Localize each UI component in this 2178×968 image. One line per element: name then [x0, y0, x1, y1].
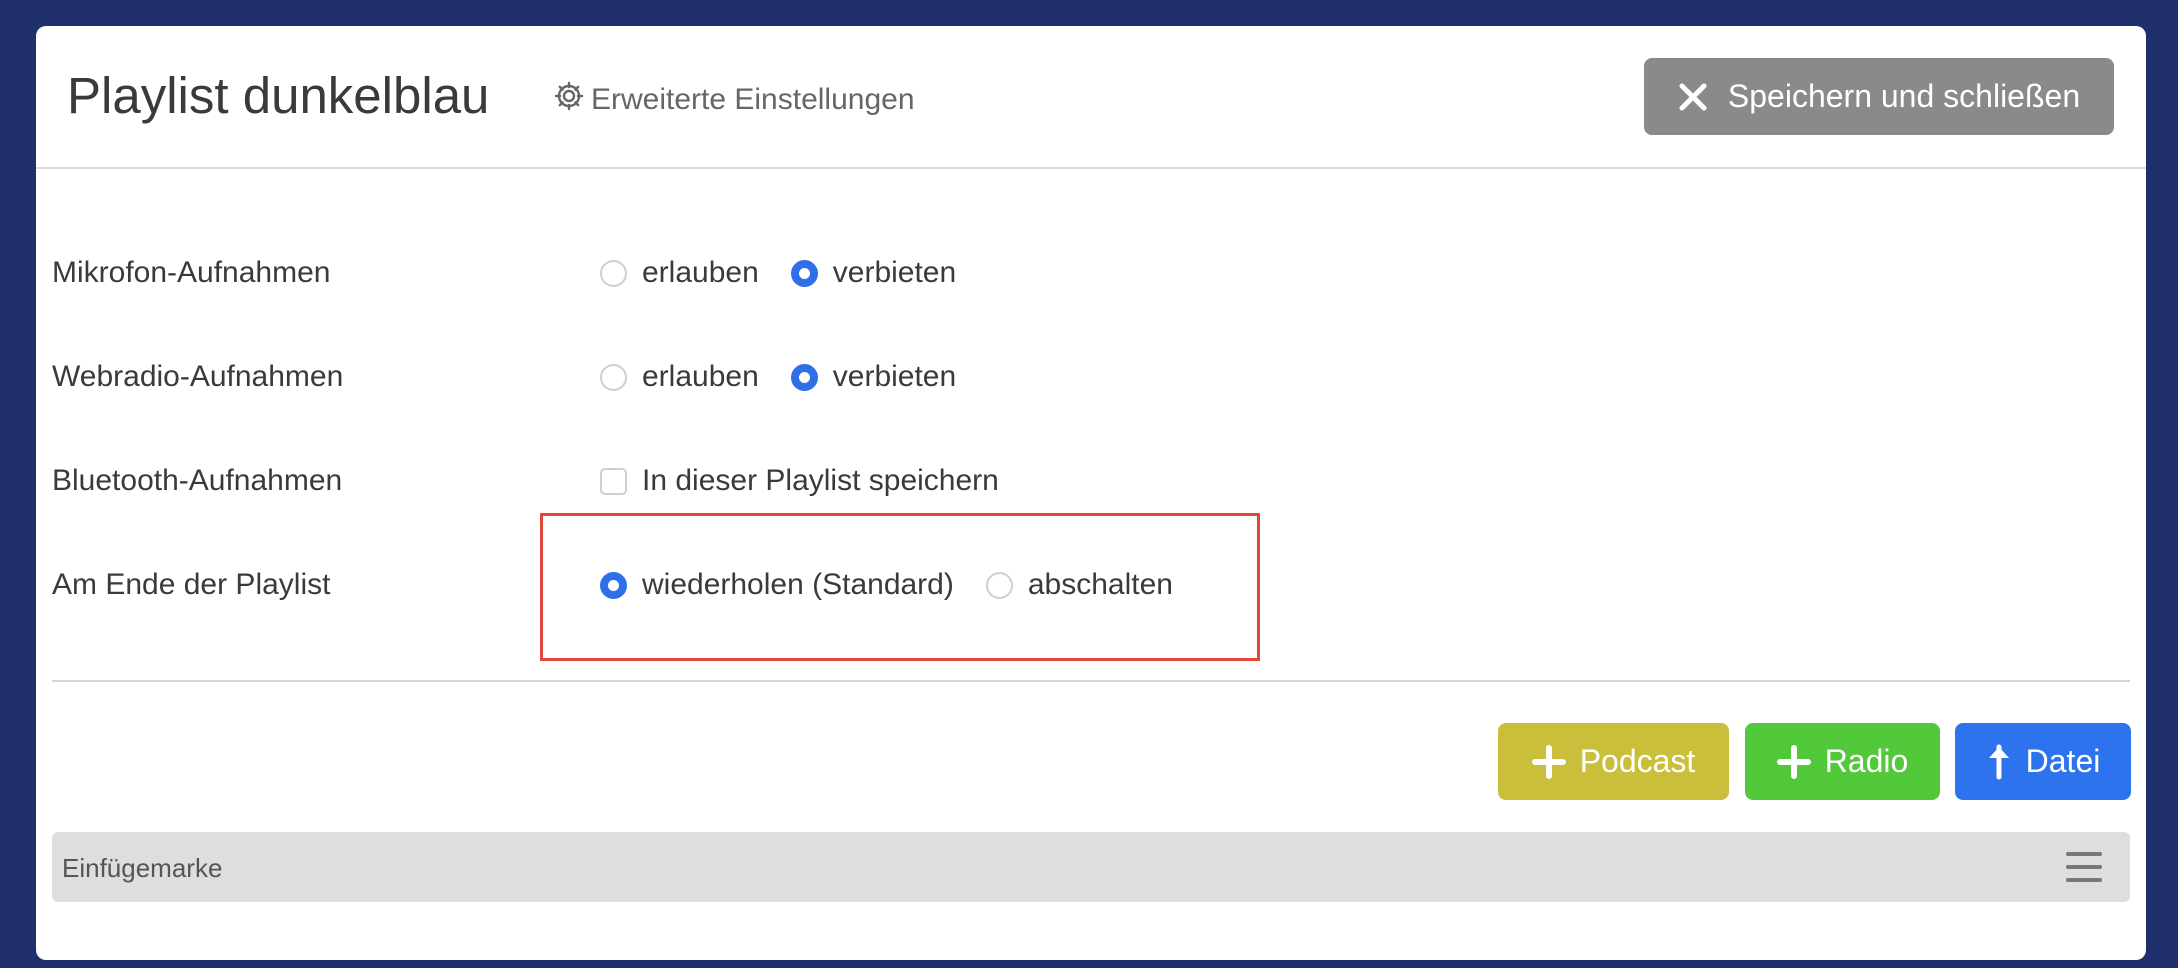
add-radio-button[interactable]: Radio	[1745, 723, 1940, 800]
radio-group-mic: erlauben verbieten	[600, 256, 988, 290]
checkbox[interactable]	[600, 467, 627, 495]
insert-marker-bar[interactable]: Einfügemarke	[52, 832, 2130, 902]
add-podcast-label: Podcast	[1579, 743, 1696, 779]
setting-label-mic: Mikrofon-Aufnahmen	[52, 256, 331, 289]
save-and-close-button[interactable]: Speichern und schließen	[1644, 58, 2114, 135]
setting-label-end: Am Ende der Playlist	[52, 568, 331, 601]
upload-file-button[interactable]: Datei	[1955, 723, 2131, 800]
advanced-settings-label: Erweiterte Einstellungen	[591, 83, 915, 116]
upload-arrow-icon	[1986, 744, 2012, 780]
radio-button-selected[interactable]	[790, 363, 818, 391]
checkbox-label: In dieser Playlist speichern	[642, 464, 999, 497]
playlist-settings-panel: Playlist dunkelblau Erweiterte Einstellu…	[36, 26, 2146, 960]
radio-option-webradio-allow[interactable]: erlauben	[600, 360, 759, 394]
plus-icon	[1531, 744, 1566, 779]
setting-label-bluetooth: Bluetooth-Aufnahmen	[52, 464, 343, 497]
radio-label: verbieten	[832, 360, 957, 393]
radio-option-webradio-deny[interactable]: verbieten	[790, 360, 957, 394]
page-title: Playlist dunkelblau	[67, 67, 490, 124]
gear-icon	[553, 80, 591, 120]
checkbox-option-bluetooth-save[interactable]: In dieser Playlist speichern	[600, 464, 999, 498]
insert-marker-label: Einfügemarke	[62, 853, 223, 883]
radio-button[interactable]	[600, 259, 627, 287]
advanced-settings-link[interactable]: Erweiterte Einstellungen	[553, 80, 915, 120]
radio-label: erlauben	[642, 360, 759, 393]
setting-row-mic: Mikrofon-Aufnahmen erlauben verbieten	[52, 243, 2130, 303]
setting-label-webradio: Webradio-Aufnahmen	[52, 360, 344, 393]
save-and-close-label: Speichern und schließen	[1727, 78, 2081, 114]
radio-label: erlauben	[642, 256, 759, 289]
radio-option-mic-deny[interactable]: verbieten	[790, 256, 957, 290]
setting-row-webradio: Webradio-Aufnahmen erlauben verbieten	[52, 347, 2130, 407]
drag-handle-icon[interactable]	[2066, 852, 2102, 882]
upload-file-label: Datei	[2025, 743, 2101, 779]
checkbox-group-bluetooth: In dieser Playlist speichern	[600, 464, 1031, 498]
close-icon	[1678, 82, 1708, 112]
add-podcast-button[interactable]: Podcast	[1498, 723, 1729, 800]
radio-label: verbieten	[832, 256, 957, 289]
highlight-box	[540, 513, 1260, 661]
setting-row-bluetooth: Bluetooth-Aufnahmen In dieser Playlist s…	[52, 451, 2130, 511]
radio-button-selected[interactable]	[790, 259, 818, 287]
plus-icon	[1776, 744, 1811, 779]
radio-button[interactable]	[600, 363, 627, 391]
divider	[52, 680, 2130, 682]
radio-group-webradio: erlauben verbieten	[600, 360, 988, 394]
add-radio-label: Radio	[1824, 743, 1909, 779]
panel-header: Playlist dunkelblau Erweiterte Einstellu…	[36, 26, 2146, 169]
radio-option-mic-allow[interactable]: erlauben	[600, 256, 759, 290]
